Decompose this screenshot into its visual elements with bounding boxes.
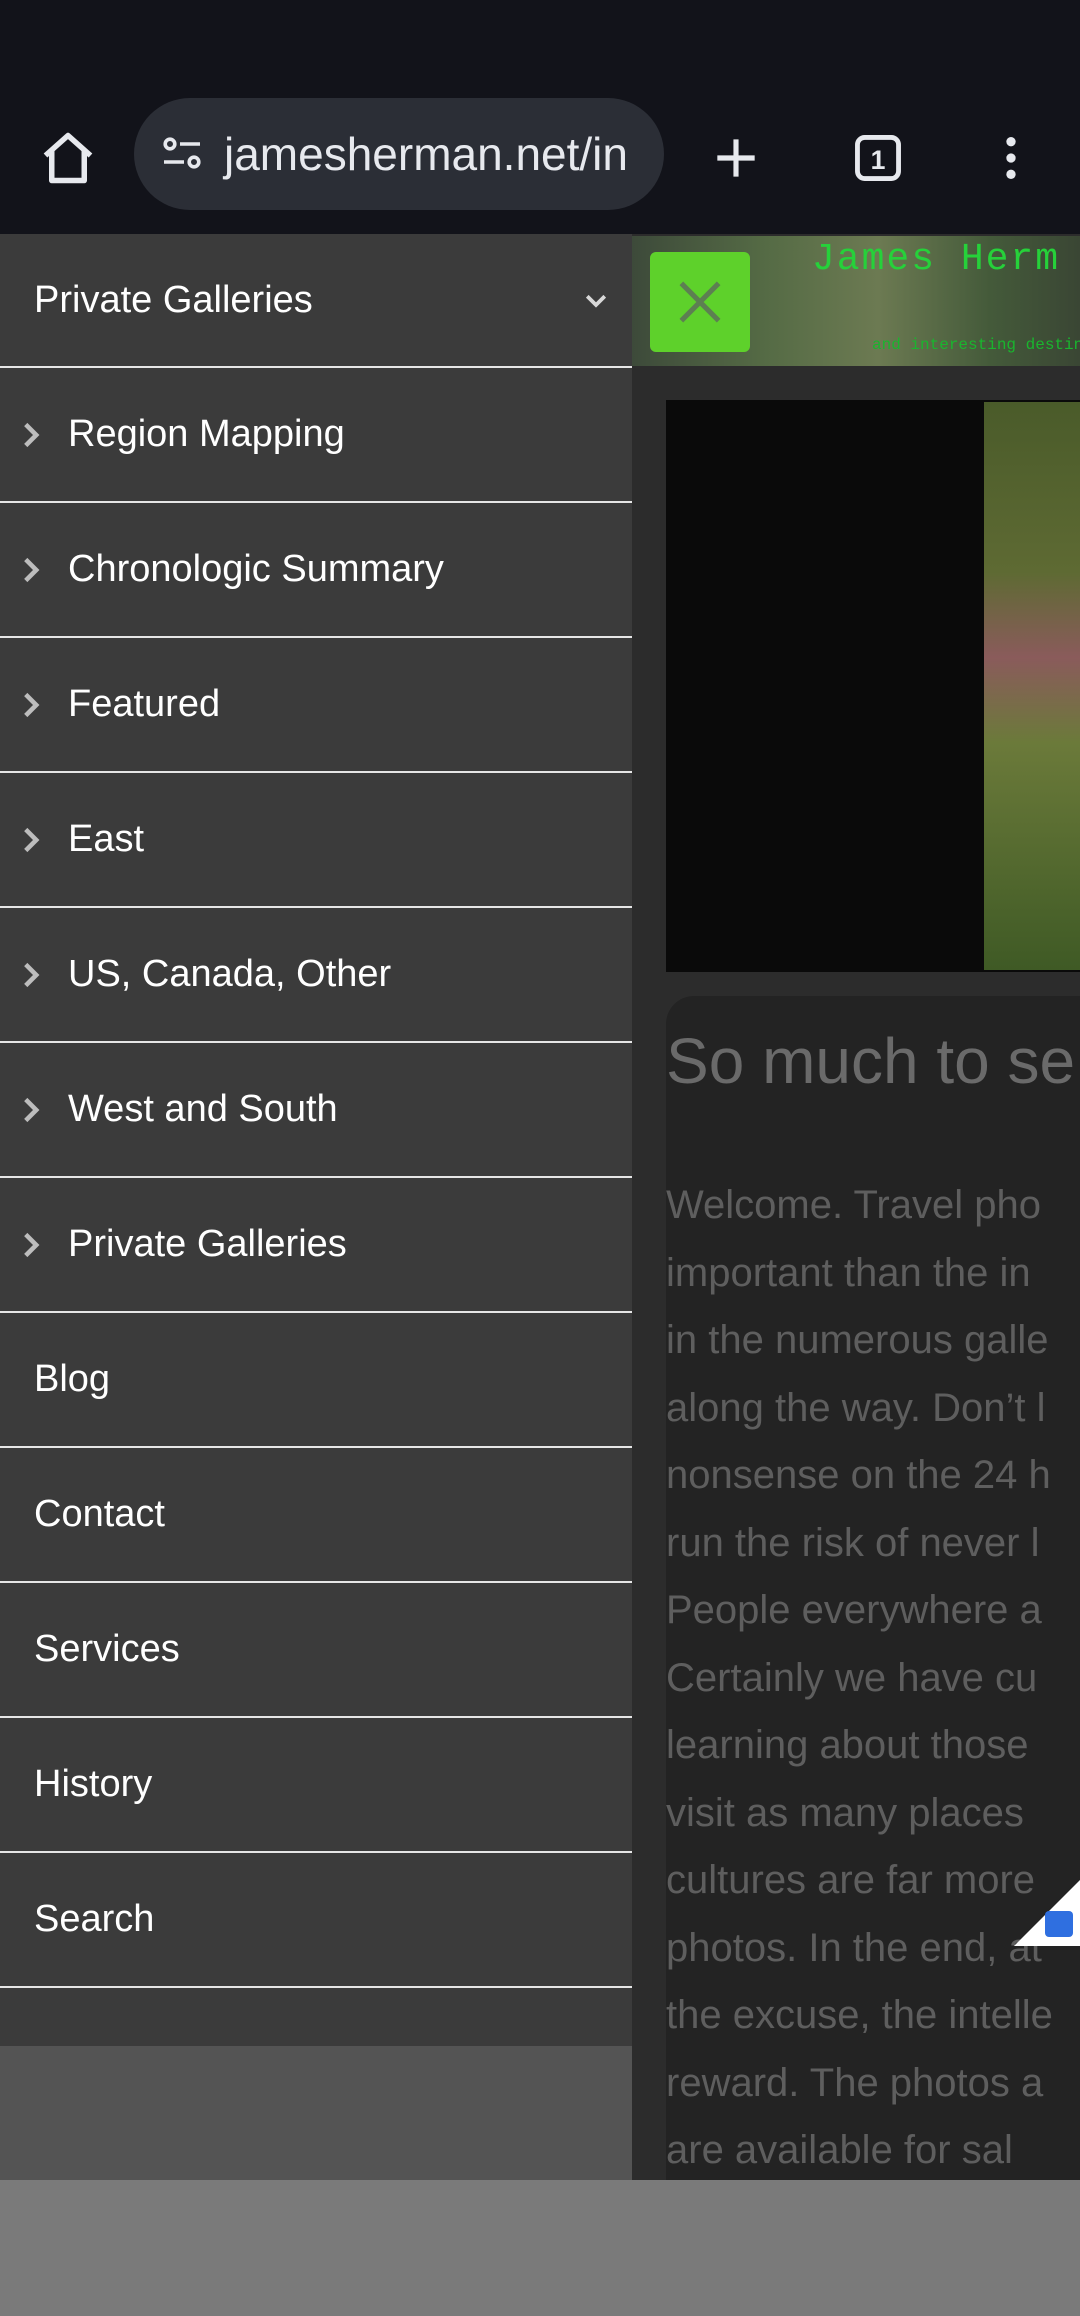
browser-toolbar: jamesherman.net/in 1 xyxy=(0,90,1080,234)
chevron-right-icon[interactable] xyxy=(20,689,42,721)
sidebar-item-search[interactable]: Search xyxy=(0,1853,632,1988)
chevron-right-icon[interactable] xyxy=(20,1094,42,1126)
nav-list: Private Galleries Region Mapping Chronolo… xyxy=(0,234,632,2046)
home-button[interactable] xyxy=(22,112,114,204)
chevron-right-icon[interactable] xyxy=(20,824,42,856)
sidebar-item-region-mapping[interactable]: Region Mapping xyxy=(0,368,632,503)
hero-photo xyxy=(984,402,1080,970)
hero-image xyxy=(666,400,1080,972)
site-settings-icon[interactable] xyxy=(154,126,210,182)
content-line: are available for sal xyxy=(666,2128,1013,2172)
sidebar-item-east[interactable]: East xyxy=(0,773,632,908)
sidebar-item-label: Blog xyxy=(34,1358,111,1400)
content-line: People everywhere a xyxy=(666,1588,1042,1632)
chevron-right-icon[interactable] xyxy=(20,554,42,586)
chevron-right-icon[interactable] xyxy=(20,419,42,451)
sidebar-item-label: East xyxy=(68,818,145,860)
sidebar-item-label: US, Canada, Other xyxy=(68,953,392,995)
sidebar-item-label: History xyxy=(34,1763,153,1805)
chevron-right-icon[interactable] xyxy=(20,959,42,991)
content-line: reward. The photos a xyxy=(666,2060,1044,2105)
more-options-icon xyxy=(1006,137,1016,179)
chevron-down-icon[interactable] xyxy=(578,282,614,318)
banner-title: James Herm xyxy=(812,238,1061,281)
bottom-scrim xyxy=(0,2180,1080,2316)
sidebar-item-history[interactable]: History xyxy=(0,1718,632,1853)
banner-tagline: and interesting destin xyxy=(872,336,1080,354)
content-line: Certainly we have cu xyxy=(666,1655,1038,1700)
close-menu-button[interactable] xyxy=(650,252,750,352)
sidebar-header-label: Private Galleries xyxy=(34,278,313,321)
sidebar-item-label: Private Galleries xyxy=(68,1223,347,1265)
sidebar-item-label: West and South xyxy=(68,1088,338,1130)
sidebar-item-label: Search xyxy=(34,1898,155,1940)
sidebar-item-contact[interactable]: Contact xyxy=(0,1448,632,1583)
url-text[interactable]: jamesherman.net/in xyxy=(224,127,628,181)
sidebar-item-services[interactable]: Services xyxy=(0,1583,632,1718)
content-card: So much to se Welcome. Travel pho importa… xyxy=(666,996,1080,2180)
status-bar xyxy=(0,0,1080,90)
content-line: Welcome. Travel pho xyxy=(666,1183,1041,1227)
close-icon xyxy=(679,281,721,323)
sidebar-header-private-galleries[interactable]: Private Galleries xyxy=(0,234,632,368)
more-options-button[interactable] xyxy=(965,112,1057,204)
content-body: Welcome. Travel pho important than the in… xyxy=(666,1172,1080,2180)
sidebar-menu: Private Galleries Region Mapping Chronolo… xyxy=(0,234,632,2180)
shopping-bag-icon[interactable] xyxy=(1045,1911,1073,1937)
tab-switcher-icon: 1 xyxy=(855,135,901,181)
sidebar-item-featured[interactable]: Featured xyxy=(0,638,632,773)
sidebar-item-private-galleries[interactable]: Private Galleries xyxy=(0,1178,632,1313)
sidebar-item-chronologic-summary[interactable]: Chronologic Summary xyxy=(0,503,632,638)
address-bar[interactable]: jamesherman.net/in xyxy=(134,98,664,210)
sidebar-item-label: Region Mapping xyxy=(68,413,345,455)
home-icon xyxy=(43,132,93,184)
chevron-right-icon[interactable] xyxy=(20,1229,42,1261)
content-line: important than the in xyxy=(666,1250,1031,1295)
sidebar-item-us-canada-other[interactable]: US, Canada, Other xyxy=(0,908,632,1043)
sidebar-item-label: Services xyxy=(34,1628,180,1670)
sidebar-item-blog[interactable]: Blog xyxy=(0,1313,632,1448)
sidebar-item-label: Contact xyxy=(34,1493,165,1535)
tab-switcher-button[interactable]: 1 xyxy=(832,112,924,204)
new-tab-button[interactable] xyxy=(690,112,782,204)
content-line: nonsense on the 24 h xyxy=(666,1453,1051,1497)
new-tab-icon xyxy=(717,139,755,177)
content-line: along the way. Don’t l xyxy=(666,1385,1046,1430)
content-line: in the numerous galle xyxy=(666,1318,1049,1362)
content-title: So much to se xyxy=(666,1025,1076,1097)
content-line: learning about those xyxy=(666,1723,1029,1767)
content-line: visit as many places xyxy=(666,1790,1024,1835)
sidebar-item-label: Featured xyxy=(68,683,221,725)
svg-text:1: 1 xyxy=(871,145,886,175)
sidebar-item-west-and-south[interactable]: West and South xyxy=(0,1043,632,1178)
content-line: run the risk of never l xyxy=(666,1520,1040,1565)
content-line: the excuse, the intelle xyxy=(666,1993,1053,2037)
sidebar-item-label: Chronologic Summary xyxy=(68,548,444,590)
